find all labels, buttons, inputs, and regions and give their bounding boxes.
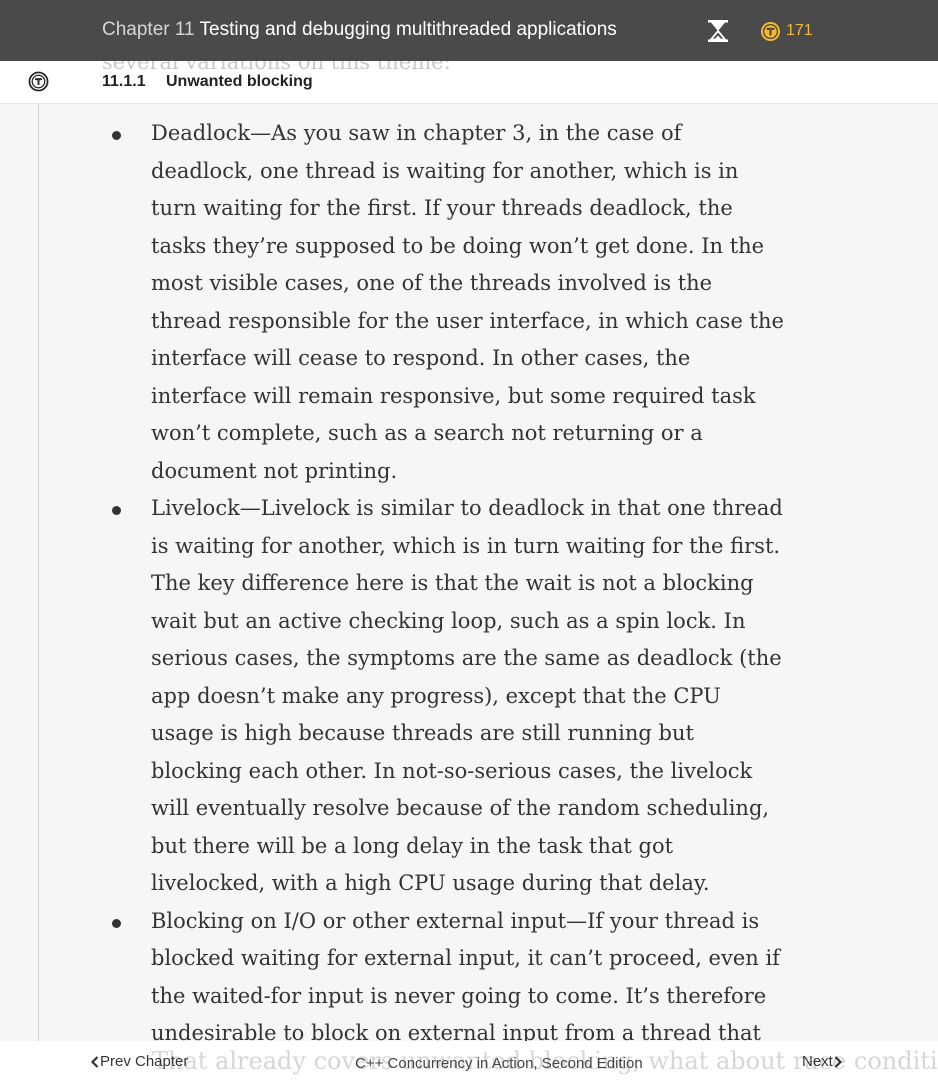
section-bar: several variations on this theme: 11.1.1… (0, 61, 938, 104)
chapter-number: Chapter 11 (102, 19, 195, 40)
prev-chapter-button[interactable]: Prev Chapter (90, 1053, 188, 1070)
hourglass-icon[interactable] (706, 19, 730, 43)
next-label: Next (802, 1053, 833, 1070)
token-outline-icon[interactable] (28, 71, 49, 92)
section-number: 11.1.1 (102, 73, 146, 90)
bullet-icon (112, 131, 121, 140)
bullet-icon (112, 506, 121, 515)
book-title[interactable]: C++ Concurrency in Action, Second Editio… (355, 1055, 643, 1072)
token-count: 171 (786, 22, 813, 39)
prev-chapter-label: Prev Chapter (100, 1053, 189, 1070)
list-item: Livelock—Livelock is similar to deadlock… (0, 490, 787, 903)
section-title: Unwanted blocking (166, 73, 313, 90)
chapter-heading[interactable]: Chapter 11 Testing and debugging multith… (102, 17, 617, 43)
list-item: Deadlock—As you saw in chapter 3, in the… (0, 115, 787, 490)
bullet-icon (112, 918, 121, 928)
token-icon (760, 21, 781, 41)
top-bar: Chapter 11 Testing and debugging multith… (0, 0, 938, 61)
bottom-bar: That already covers unwanted blocking; w… (0, 1041, 938, 1080)
bullet-list: Deadlock—As you saw in chapter 3, in the… (0, 115, 787, 1080)
chevron-right-icon (834, 1055, 842, 1068)
next-button[interactable]: Next (802, 1053, 843, 1070)
chevron-left-icon (90, 1055, 99, 1068)
list-item-text: Deadlock—As you saw in chapter 3, in the… (151, 121, 784, 483)
list-item-text: Livelock—Livelock is similar to deadlock… (151, 496, 783, 895)
token-counter[interactable]: 171 (760, 20, 813, 42)
chapter-title: Testing and debugging multithreaded appl… (199, 19, 617, 40)
